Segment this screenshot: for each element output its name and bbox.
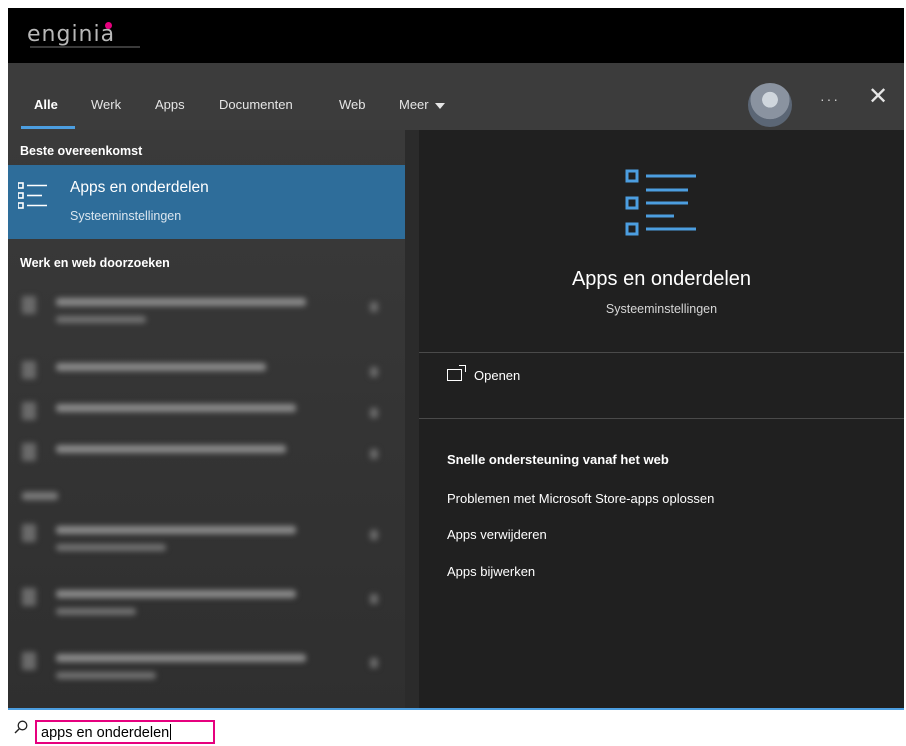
preview-subtitle: Systeeminstellingen bbox=[605, 302, 718, 316]
web-help-heading: Snelle ondersteuning vanaf het web bbox=[447, 452, 669, 467]
brand-bar: enginia bbox=[8, 8, 904, 63]
avatar[interactable] bbox=[748, 83, 792, 127]
chevron-right-icon bbox=[370, 408, 378, 418]
list-item[interactable] bbox=[8, 345, 405, 381]
blurred-section-label bbox=[22, 492, 58, 500]
tab-meer-label: Meer bbox=[399, 97, 429, 112]
blurred-text bbox=[56, 363, 266, 371]
tab-web[interactable]: Web bbox=[339, 97, 366, 112]
blurred-text bbox=[56, 316, 146, 323]
tab-bar: Alle Werk Apps Documenten Web Meer ··· ✕ bbox=[8, 63, 904, 130]
blurred-text bbox=[56, 404, 296, 412]
chevron-right-icon bbox=[370, 449, 378, 459]
blurred-text bbox=[56, 654, 306, 662]
tab-documenten[interactable]: Documenten bbox=[219, 97, 293, 112]
web-link-remove-apps[interactable]: Apps verwijderen bbox=[447, 527, 547, 542]
logo-dot-icon bbox=[105, 22, 112, 29]
divider bbox=[419, 418, 904, 419]
more-options-button[interactable]: ··· bbox=[820, 91, 840, 107]
search-input[interactable]: apps en onderdelen bbox=[35, 720, 215, 744]
chevron-right-icon bbox=[370, 367, 378, 377]
chevron-right-icon bbox=[370, 658, 378, 668]
search-window: enginia Alle Werk Apps Documenten Web Me… bbox=[8, 8, 904, 710]
brand-logo: enginia bbox=[27, 22, 116, 47]
file-icon bbox=[22, 524, 36, 542]
active-tab-indicator bbox=[21, 126, 75, 129]
search-result-icon bbox=[22, 296, 36, 314]
tab-werk[interactable]: Werk bbox=[91, 97, 121, 112]
best-match-title: Apps en onderdelen bbox=[70, 179, 209, 196]
list-item[interactable] bbox=[8, 280, 405, 334]
list-settings-icon bbox=[625, 169, 696, 236]
file-icon bbox=[22, 652, 36, 670]
list-item[interactable] bbox=[8, 386, 405, 422]
list-item[interactable] bbox=[8, 636, 405, 690]
web-link-update-apps[interactable]: Apps bijwerken bbox=[447, 564, 535, 579]
blurred-text bbox=[56, 672, 156, 679]
best-match-label: Beste overeenkomst bbox=[20, 144, 143, 158]
list-settings-icon bbox=[18, 182, 47, 209]
preview-panel: Apps en onderdelen Systeeminstellingen O… bbox=[419, 130, 904, 710]
close-button[interactable]: ✕ bbox=[868, 85, 888, 109]
search-query: apps en onderdelen bbox=[41, 725, 170, 741]
search-icon bbox=[14, 720, 28, 734]
chevron-down-icon bbox=[434, 102, 445, 109]
blurred-text bbox=[56, 544, 166, 551]
results-panel: Beste overeenkomst Apps en onderdelen Sy… bbox=[8, 130, 405, 710]
blurred-text bbox=[56, 590, 296, 598]
divider bbox=[419, 352, 904, 353]
search-result-icon bbox=[22, 361, 36, 379]
open-icon bbox=[447, 365, 466, 381]
preview-title: Apps en onderdelen bbox=[571, 268, 752, 290]
chevron-right-icon bbox=[370, 302, 378, 312]
best-match-item[interactable]: Apps en onderdelen Systeeminstellingen bbox=[8, 165, 405, 239]
tab-apps[interactable]: Apps bbox=[155, 97, 185, 112]
chevron-right-icon bbox=[370, 530, 378, 540]
list-item[interactable] bbox=[8, 508, 405, 562]
work-web-label: Werk en web doorzoeken bbox=[20, 256, 170, 270]
open-label: Openen bbox=[474, 368, 521, 383]
search-result-icon bbox=[22, 443, 36, 461]
web-link-store-troubleshoot[interactable]: Problemen met Microsoft Store-apps oplos… bbox=[447, 491, 714, 506]
taskbar-search: apps en onderdelen bbox=[0, 710, 906, 746]
best-match-subtitle: Systeeminstellingen bbox=[70, 209, 182, 223]
tab-alle[interactable]: Alle bbox=[34, 97, 58, 112]
blurred-text bbox=[56, 445, 286, 453]
blurred-text bbox=[56, 298, 306, 306]
tab-meer[interactable]: Meer bbox=[399, 97, 445, 112]
chevron-right-icon bbox=[370, 594, 378, 604]
blurred-text bbox=[56, 526, 296, 534]
search-result-icon bbox=[22, 402, 36, 420]
open-button[interactable]: Openen bbox=[447, 365, 521, 383]
logo-tagline-icon bbox=[30, 46, 140, 48]
list-item[interactable] bbox=[8, 572, 405, 626]
text-caret bbox=[170, 724, 172, 740]
blurred-text bbox=[56, 608, 136, 615]
file-icon bbox=[22, 588, 36, 606]
list-item[interactable] bbox=[8, 427, 405, 463]
